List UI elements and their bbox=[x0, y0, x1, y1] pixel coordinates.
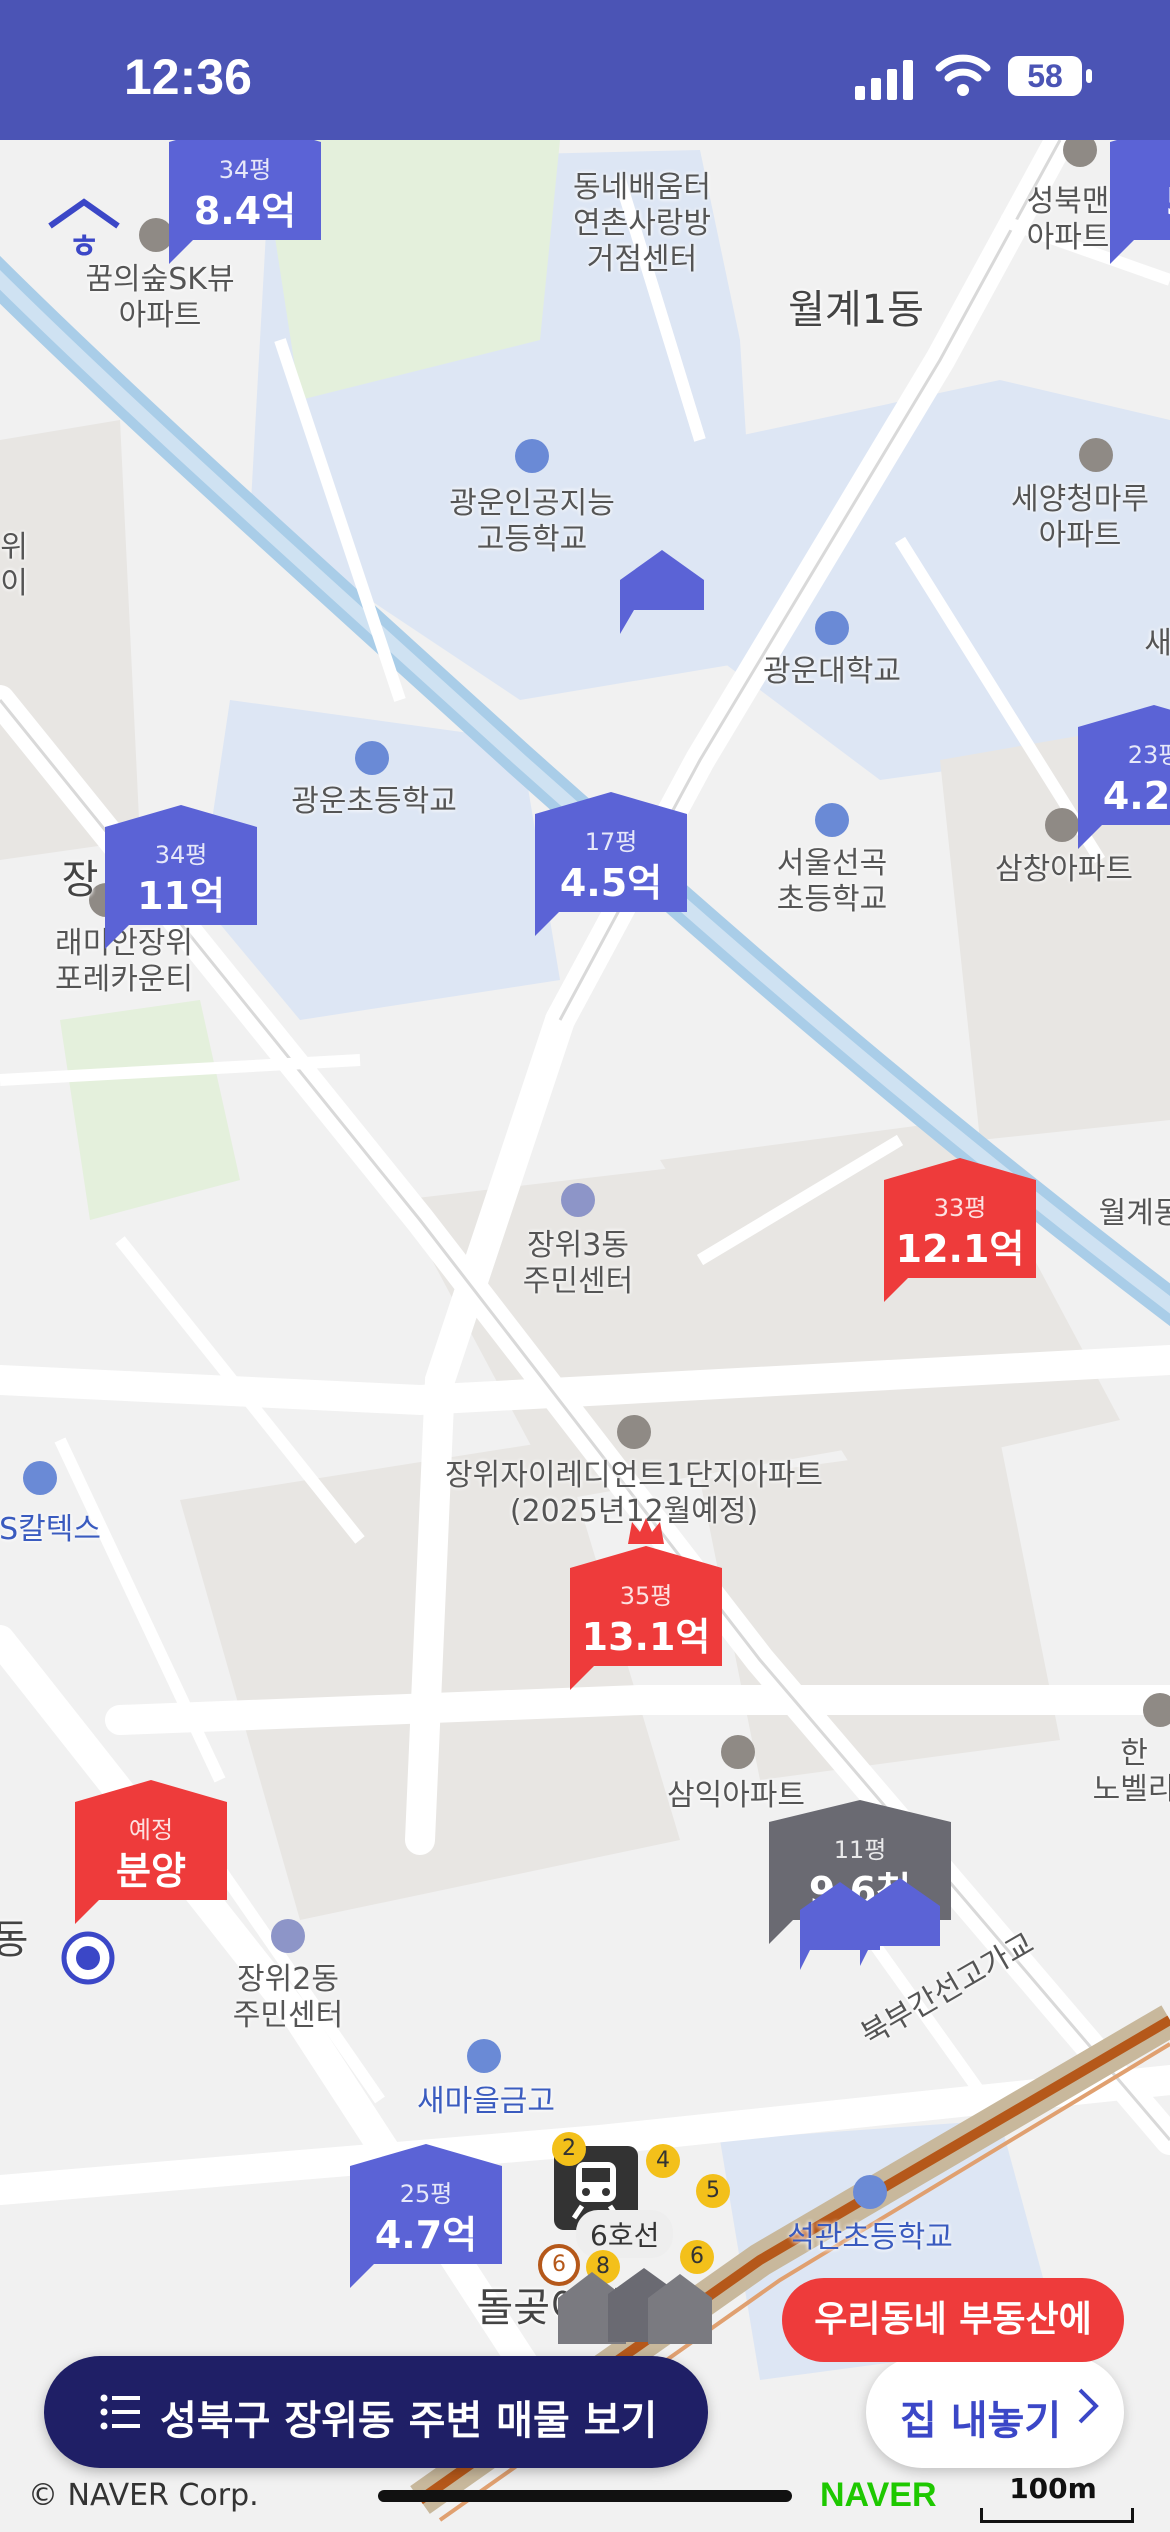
marker-price: 11억 bbox=[137, 874, 225, 918]
house-cluster-icon[interactable] bbox=[558, 2264, 718, 2354]
home-indicator[interactable] bbox=[378, 2490, 792, 2502]
promo-label: 우리동네 부동산에 bbox=[782, 2278, 1124, 2362]
apartment-icon[interactable] bbox=[721, 1735, 755, 1769]
status-time: 12:36 bbox=[124, 49, 252, 105]
place-label: S칼텍스 bbox=[0, 1512, 101, 1547]
line-number-badge: 4 bbox=[646, 2144, 680, 2178]
price-marker[interactable]: 34평 8.4억 bbox=[169, 140, 321, 264]
place-label: 새 bbox=[1144, 626, 1170, 661]
marker-price: 5. bbox=[1110, 180, 1170, 224]
nearby-listings-label: 성북구 장위동 주변 매물 보기 bbox=[160, 2398, 658, 2444]
place-label: 동 bbox=[0, 1917, 29, 1963]
marker-price: 13.1억 bbox=[581, 1615, 711, 1659]
list-icon bbox=[100, 2394, 140, 2430]
place-label: 장위2동 주민센터 bbox=[232, 1962, 344, 2033]
price-marker[interactable]: 25평 4.7억 bbox=[350, 2144, 502, 2288]
battery-indicator: 58 bbox=[1008, 56, 1082, 96]
list-my-home-label: 집 내놓기 bbox=[900, 2398, 1062, 2444]
place-label: 꿈의숲SK뷰 아파트 bbox=[85, 262, 235, 333]
marker-price: 12.1억 bbox=[895, 1227, 1025, 1271]
crown-icon bbox=[628, 1518, 664, 1544]
place-label: 새마을금고 bbox=[417, 2084, 555, 2119]
list-my-home-button[interactable]: 집 내놓기 bbox=[866, 2356, 1124, 2468]
marker-price: 8.4억 bbox=[193, 189, 297, 233]
price-marker[interactable]: 34평 11억 bbox=[105, 805, 257, 949]
place-label: 성북맨 아파트 bbox=[1026, 184, 1110, 255]
school-icon[interactable] bbox=[515, 439, 549, 473]
place-label: 월계동 bbox=[1098, 1196, 1170, 1231]
line-number-badge: 2 bbox=[552, 2132, 586, 2166]
price-marker[interactable]: 23평 4.2억 bbox=[1078, 705, 1170, 849]
marker-price: 4.2억 bbox=[1102, 774, 1170, 818]
scale-label: 100m bbox=[1009, 2472, 1097, 2505]
place-label: 광운초등학교 bbox=[291, 784, 457, 819]
naver-logo: NAVER bbox=[820, 2476, 937, 2514]
scale-bar bbox=[980, 2508, 1134, 2523]
status-bar: 12:36 58 bbox=[0, 0, 1170, 140]
university-icon[interactable] bbox=[815, 611, 849, 645]
community-center-icon[interactable] bbox=[561, 1183, 595, 1217]
presale-marker[interactable]: 예정 분양 bbox=[75, 1780, 227, 1924]
copyright-text: © NAVER Corp. bbox=[28, 2478, 259, 2513]
place-label: 동네배움터 연촌사랑방 거점센터 bbox=[573, 170, 711, 277]
school-icon[interactable] bbox=[815, 803, 849, 837]
place-label: 세양청마루 아파트 bbox=[1011, 482, 1149, 553]
school-icon[interactable] bbox=[355, 741, 389, 775]
price-marker[interactable]: 33평 12.1억 bbox=[884, 1158, 1036, 1302]
community-center-icon[interactable] bbox=[271, 1919, 305, 1953]
place-label: 광운대학교 bbox=[763, 654, 901, 689]
real-estate-office-icon[interactable]: ㅎ bbox=[44, 196, 124, 266]
marker-price: 분양 bbox=[116, 1849, 186, 1893]
chevron-right-icon bbox=[1078, 2388, 1099, 2424]
nearby-listings-button[interactable]: 성북구 장위동 주변 매물 보기 bbox=[44, 2356, 708, 2468]
wifi-icon bbox=[935, 54, 991, 96]
price-marker[interactable]: 35평 13.1억 bbox=[570, 1518, 722, 1690]
svg-text:ㅎ: ㅎ bbox=[68, 227, 99, 266]
place-label: 석관초등학교 bbox=[787, 2220, 953, 2255]
apartment-icon[interactable] bbox=[1045, 808, 1079, 842]
school-icon[interactable] bbox=[853, 2175, 887, 2209]
signal-icon bbox=[855, 60, 913, 100]
price-marker[interactable]: 17평 4.5억 bbox=[535, 792, 687, 936]
place-label: 장 bbox=[61, 857, 99, 903]
apartment-icon[interactable] bbox=[617, 1415, 651, 1449]
marker-area: 2 bbox=[1110, 150, 1170, 178]
apartment-icon[interactable] bbox=[1143, 1693, 1170, 1727]
marker-price: 4.5억 bbox=[559, 861, 663, 905]
subway-line-badge: 6호선 bbox=[576, 2210, 674, 2258]
place-label: 광운인공지능 고등학교 bbox=[449, 486, 615, 557]
marker-price: 4.7억 bbox=[374, 2213, 478, 2257]
district-label: 월계1동 bbox=[788, 287, 924, 333]
place-label: 서울선곡 초등학교 bbox=[776, 846, 888, 917]
line-number-badge: 5 bbox=[696, 2174, 730, 2208]
house-cluster-icon[interactable] bbox=[620, 550, 704, 634]
place-label: 위 이 bbox=[0, 530, 28, 601]
map-view[interactable]: 월계1동 동네배움터 연촌사랑방 거점센터 성북맨 아파트 꿈의숲SK뷰 아파트… bbox=[0, 140, 1170, 2532]
apartment-icon[interactable] bbox=[139, 218, 173, 252]
bank-icon[interactable] bbox=[467, 2039, 501, 2073]
house-cluster-icon[interactable] bbox=[800, 1870, 950, 1970]
apartment-icon[interactable] bbox=[1079, 438, 1113, 472]
place-label: 한 노벨리 bbox=[1092, 1736, 1170, 1807]
gas-station-icon[interactable] bbox=[23, 1461, 57, 1495]
battery-cap bbox=[1086, 69, 1092, 83]
place-label: 삼창아파트 bbox=[995, 852, 1133, 887]
price-marker[interactable]: 2 5. bbox=[1110, 140, 1170, 264]
place-label: 장위3동 주민센터 bbox=[522, 1228, 634, 1299]
